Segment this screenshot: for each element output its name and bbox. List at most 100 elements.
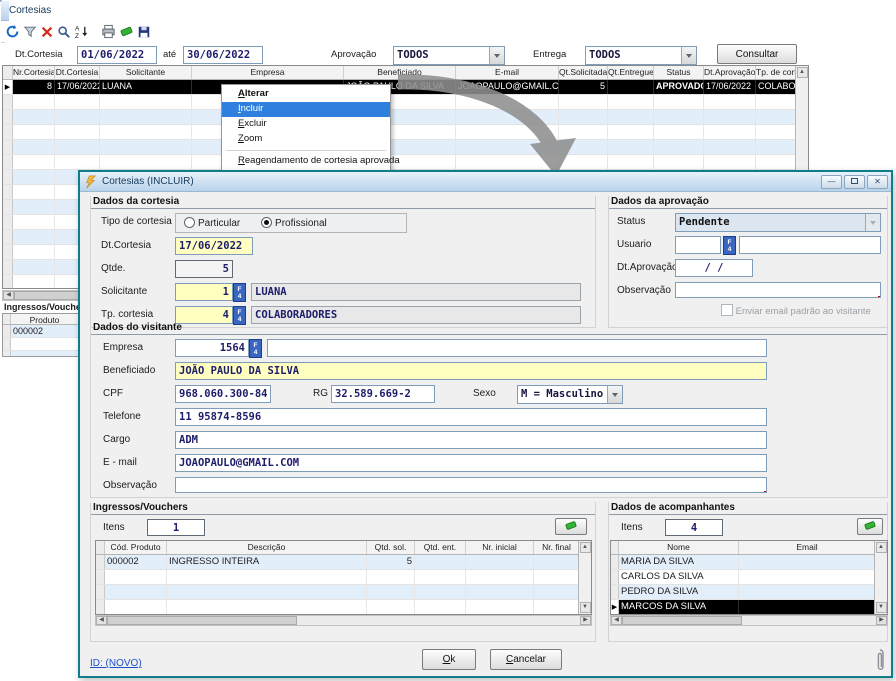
column-header[interactable]: Dt.Aprovação (704, 66, 756, 79)
sort-icon[interactable]: AZ (74, 23, 89, 41)
grid-cell[interactable] (739, 600, 874, 614)
row-selector[interactable]: ▶ (3, 80, 13, 94)
row-selector[interactable] (3, 185, 13, 199)
column-header[interactable]: Tp. de cortesia (756, 66, 795, 79)
grid-cell[interactable] (654, 125, 704, 139)
grid-cell[interactable] (704, 95, 756, 109)
grid-cell[interactable] (608, 155, 654, 169)
grid-cell[interactable]: CARLOS DA SILVA (619, 570, 739, 584)
vouchers-grid-row[interactable] (96, 585, 578, 600)
observacao-field[interactable] (175, 477, 767, 493)
grid-cell[interactable] (13, 230, 55, 244)
observacao-aprovacao-field[interactable] (675, 282, 881, 298)
dt-cortesia-field[interactable]: 17/06/2022 (175, 237, 253, 255)
grid-cell[interactable]: 000002 (105, 555, 167, 569)
column-header[interactable]: Nr. inicial (466, 541, 534, 554)
companions-hscroll[interactable]: ◀ ▶ (610, 615, 888, 626)
grid-cell[interactable] (105, 570, 167, 584)
grid-cell[interactable] (367, 600, 415, 614)
row-selector[interactable] (3, 338, 11, 350)
grid-cell[interactable] (534, 585, 578, 599)
grid-cell[interactable] (100, 125, 192, 139)
entrega-dropdown[interactable]: TODOS (585, 46, 697, 65)
refresh-icon[interactable] (5, 23, 20, 41)
grid-cell[interactable] (13, 260, 55, 274)
export-icon[interactable] (119, 23, 134, 41)
date-from-field[interactable]: 01/06/2022 (77, 46, 157, 64)
f4-lookup-button[interactable]: F4 (249, 339, 262, 358)
grid-cell[interactable] (654, 110, 704, 124)
grid-cell[interactable] (167, 585, 367, 599)
chevron-down-icon[interactable] (607, 386, 622, 403)
row-selector[interactable] (611, 570, 619, 584)
grid-cell[interactable] (415, 585, 466, 599)
row-selector[interactable] (3, 95, 13, 109)
search-icon[interactable] (57, 23, 71, 41)
row-selector[interactable] (3, 170, 13, 184)
grid-cell[interactable] (13, 155, 55, 169)
filter-icon[interactable] (23, 23, 37, 41)
ok-button[interactable]: Ok (422, 649, 476, 670)
companions-vscroll[interactable]: ▲▼ (874, 541, 887, 614)
maximize-button[interactable] (844, 175, 865, 189)
grid-cell[interactable] (704, 155, 756, 169)
grid-cell[interactable] (167, 600, 367, 614)
clear-items-button[interactable] (857, 518, 883, 535)
grid-cell[interactable] (13, 200, 55, 214)
row-selector[interactable] (3, 245, 13, 259)
grid-cell[interactable] (13, 170, 55, 184)
grid-cell[interactable] (608, 110, 654, 124)
grid-cell[interactable] (739, 570, 874, 584)
solicitante-code-field[interactable]: 1 (175, 283, 233, 301)
usuario-code-field[interactable] (675, 236, 721, 254)
email-field[interactable]: JOAOPAULO@GMAIL.COM (175, 454, 767, 472)
empresa-code-field[interactable]: 1564 (175, 339, 249, 357)
grid-cell[interactable] (534, 570, 578, 584)
grid-cell[interactable] (739, 555, 874, 569)
grid-cell[interactable] (608, 80, 654, 94)
grid-cell[interactable]: INGRESSO INTEIRA (167, 555, 367, 569)
email-checkbox[interactable]: Enviar email padrão ao visitante (721, 304, 871, 317)
row-selector[interactable] (96, 585, 105, 599)
companions-grid-row[interactable]: PEDRO DA SILVA (611, 585, 874, 600)
chevron-down-icon[interactable] (681, 47, 696, 64)
f4-lookup-button[interactable]: F4 (233, 283, 246, 302)
dt-aprovacao-field[interactable]: / / (675, 259, 753, 277)
companions-grid-row[interactable]: ▶MARCOS DA SILVA (611, 600, 874, 614)
grid-cell[interactable] (55, 110, 100, 124)
date-to-field[interactable]: 30/06/2022 (183, 46, 263, 64)
column-header[interactable]: Nr.Cortesia (13, 66, 55, 79)
grid-cell[interactable] (466, 570, 534, 584)
grid-cell[interactable] (100, 95, 192, 109)
beneficiado-field[interactable]: JOÃO PAULO DA SILVA (175, 362, 767, 380)
grid-cell[interactable] (100, 140, 192, 154)
grid-cell[interactable] (756, 140, 795, 154)
grid-cell[interactable] (466, 600, 534, 614)
grid-cell[interactable]: LUANA (100, 80, 192, 94)
usuario-name-field[interactable] (739, 236, 881, 254)
f4-lookup-button[interactable]: F4 (723, 236, 736, 255)
column-header[interactable]: Solicitante (100, 66, 192, 79)
qtde-field[interactable]: 5 (175, 260, 233, 278)
vouchers-vscroll[interactable]: ▲▼ (578, 541, 591, 614)
vouchers-grid-row[interactable] (96, 600, 578, 614)
radio-particular[interactable]: Particular (184, 218, 240, 229)
grid-cell[interactable] (704, 110, 756, 124)
grid-cell[interactable] (55, 95, 100, 109)
vouchers-hscroll[interactable]: ◀ ▶ (95, 615, 592, 626)
checkbox-box[interactable] (721, 304, 733, 316)
grid-cell[interactable]: COLABORADORES (756, 80, 795, 94)
grid-cell[interactable] (654, 95, 704, 109)
grid-cell[interactable] (13, 185, 55, 199)
grid-cell[interactable] (534, 555, 578, 569)
column-header[interactable]: Empresa (192, 66, 344, 79)
grid-cell[interactable] (415, 570, 466, 584)
grid-cell[interactable] (11, 338, 79, 350)
grid-cell[interactable] (13, 215, 55, 229)
row-selector[interactable] (96, 570, 105, 584)
print-icon[interactable] (101, 23, 116, 41)
row-selector[interactable] (3, 110, 13, 124)
row-selector[interactable] (96, 600, 105, 614)
main-titlebar[interactable]: Cortesias (1, 1, 9, 21)
telefone-field[interactable]: 11 95874-8596 (175, 408, 767, 426)
